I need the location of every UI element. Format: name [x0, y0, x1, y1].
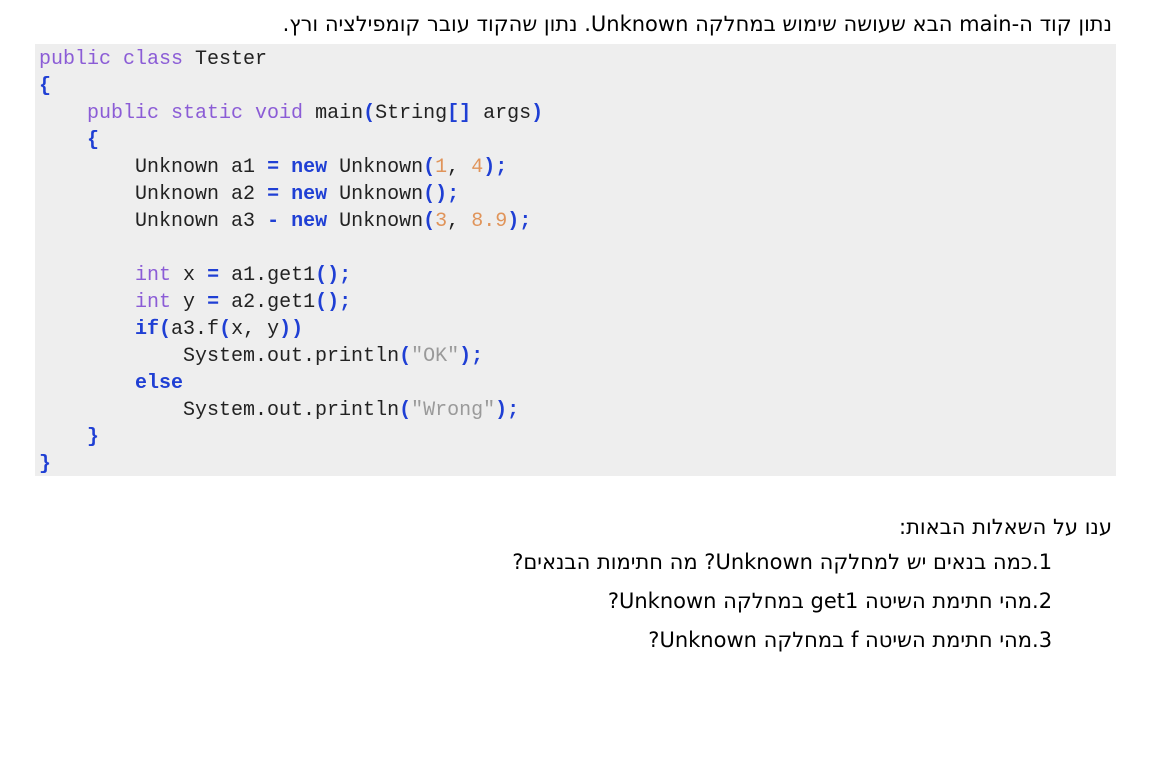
int-keyword: int: [135, 291, 172, 314]
question-item: 1.כמה בנאים יש למחלקה Unknown? מה חתימות…: [512, 543, 1070, 582]
println-call: System.out.println: [183, 399, 400, 422]
main-close-brace: }: [87, 426, 100, 449]
intro-text: נתון קוד ה-main הבא שעושה שימוש במחלקה U…: [282, 12, 1112, 36]
new-keyword: new: [291, 183, 328, 206]
code-listing: public class Tester { public static void…: [39, 48, 544, 476]
question-text: כמה בנאים יש למחלקה Unknown? מה חתימות ה…: [512, 550, 1032, 574]
int-keyword: int: [135, 264, 172, 287]
else-keyword: else: [135, 372, 184, 395]
question-number: 2.: [1032, 589, 1053, 613]
main-param-type: String: [375, 102, 448, 125]
class-name: Tester: [195, 48, 268, 71]
if-keyword: if: [135, 318, 160, 341]
new-keyword: new: [291, 210, 328, 233]
line-a2-prefix: Unknown a2: [135, 183, 256, 206]
questions-list: 1.כמה בנאים יש למחלקה Unknown? מה חתימות…: [512, 543, 1070, 660]
main-param-array: []: [447, 102, 472, 125]
questions-heading: ענו על השאלות הבאות:: [899, 515, 1112, 539]
question-number: 3.: [1032, 628, 1053, 652]
main-open-brace: {: [87, 129, 100, 152]
main-modifiers: public static void: [87, 102, 304, 125]
println-call: System.out.println: [183, 345, 400, 368]
question-text: מהי חתימת השיטה f במחלקה Unknown?: [648, 628, 1032, 652]
ok-string: "OK": [411, 345, 460, 368]
class-open-brace: {: [39, 75, 52, 98]
class-keyword: public class: [39, 48, 184, 71]
question-text: מהי חתימת השיטה get1 במחלקה Unknown?: [607, 589, 1032, 613]
wrong-string: "Wrong": [411, 399, 496, 422]
class-close-brace: }: [39, 453, 52, 476]
main-name: main: [315, 102, 364, 125]
code-block: public class Tester { public static void…: [35, 44, 1116, 476]
question-item: 2.מהי חתימת השיטה get1 במחלקה Unknown?: [512, 582, 1070, 621]
new-keyword: new: [291, 156, 328, 179]
question-number: 1.: [1032, 550, 1053, 574]
line-a1-prefix: Unknown a1: [135, 156, 256, 179]
main-param-name: args: [483, 102, 532, 125]
line-a3-prefix: Unknown a3: [135, 210, 256, 233]
question-item: 3.מהי חתימת השיטה f במחלקה Unknown?: [512, 621, 1070, 660]
